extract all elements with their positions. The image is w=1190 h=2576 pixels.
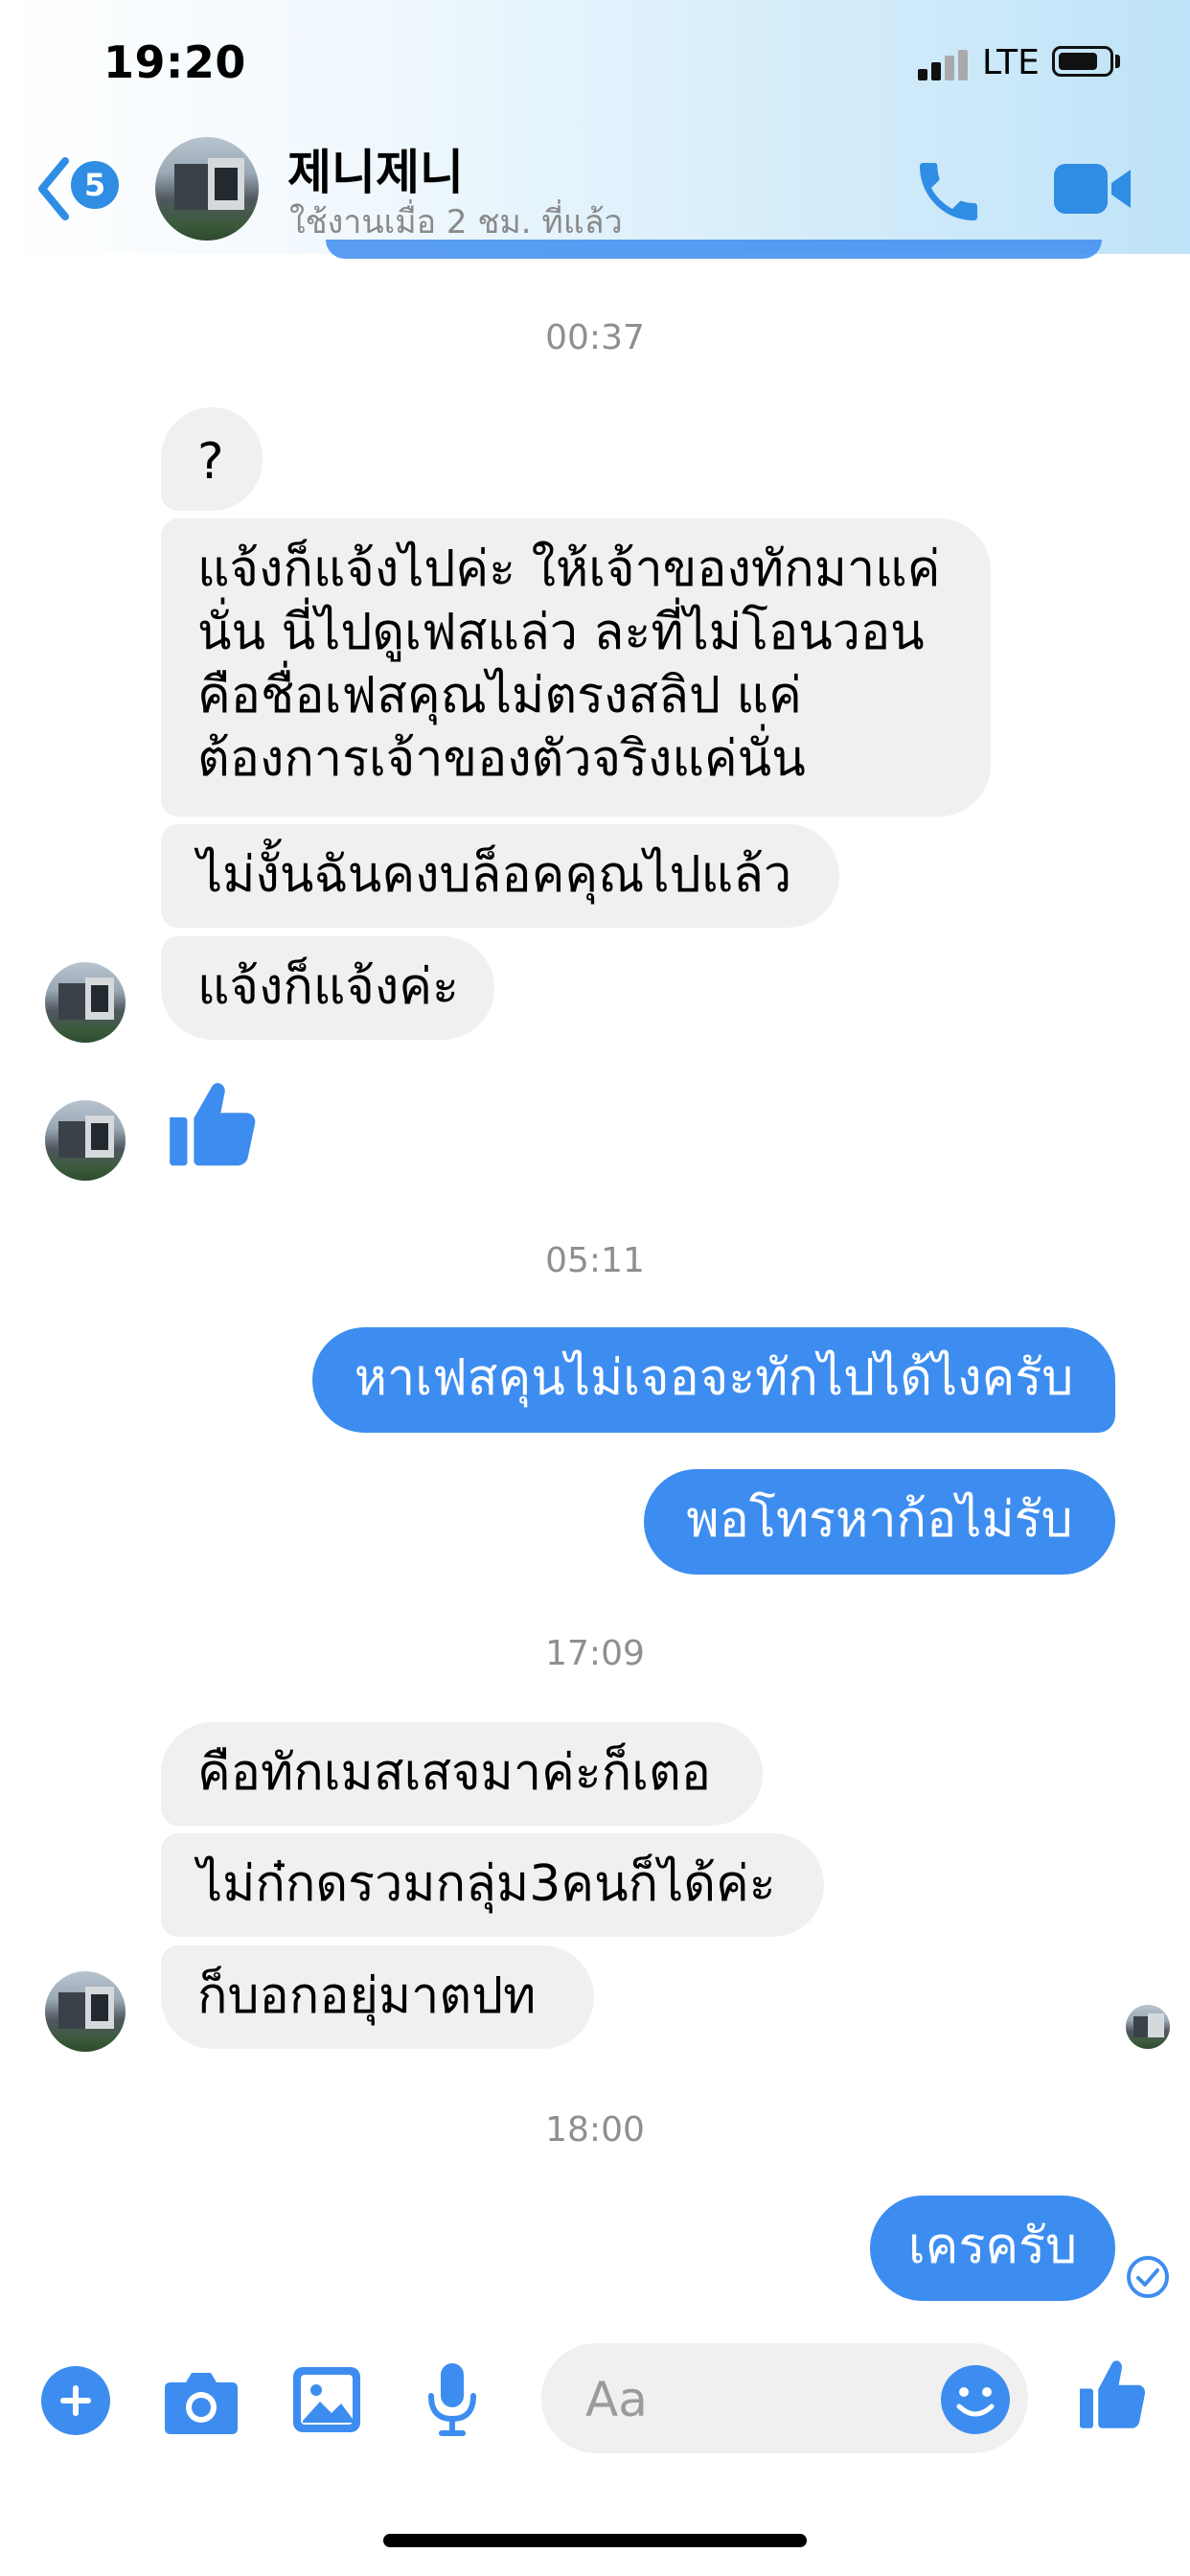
incoming-message-bubble[interactable]: คือทักเมสเสจมาค่ะก็เตอ (161, 1722, 763, 1826)
status-time: 19:20 (103, 36, 246, 88)
message-line: คือชื่อเฟสคุณไม่ตรงสลิป แค่ (197, 667, 802, 724)
smiley-icon (941, 2365, 1010, 2434)
message-line: ต้องการเจ้าของตัวจริงแค่นั่น (197, 730, 806, 788)
message-composer[interactable] (541, 2343, 1028, 2455)
voice-button[interactable] (423, 2359, 481, 2440)
video-call-button[interactable] (1052, 158, 1133, 219)
emoji-button[interactable] (940, 2364, 1011, 2435)
video-camera-icon (1054, 164, 1131, 214)
phone-icon (920, 163, 977, 220)
message-text: ไม่ก๋กดรวมกลุ่ม3คนก็ได้ค่ะ (197, 1855, 776, 1913)
outgoing-message-bubble[interactable]: พอโทรหาก้อไม่รับ (644, 1469, 1115, 1575)
timestamp: 18:00 (545, 2110, 645, 2150)
timestamp: 17:09 (545, 1634, 645, 1673)
thumbs-up-icon (1080, 2360, 1146, 2428)
message-text: พอโทรหาก้อไม่รับ (686, 1491, 1073, 1549)
message-text: เครครับ (907, 2218, 1078, 2275)
message-line: แจ้งก็แจ้งไปค่ะ ให้เจ้าของทักมาแค่ (197, 540, 941, 598)
battery-tip (1115, 55, 1120, 68)
check-circle-icon (1127, 2256, 1169, 2298)
microphone-icon (428, 2363, 476, 2436)
incoming-message-bubble[interactable]: ก็บอกอยุ่มาตปท (161, 1945, 594, 2049)
message-input[interactable] (584, 2343, 904, 2455)
timestamp: 00:37 (545, 318, 645, 357)
message-text: ก็บอกอยุ่มาตปท (197, 1967, 537, 2025)
outgoing-message-bubble[interactable]: เครครับ (870, 2196, 1115, 2301)
add-button[interactable] (40, 2365, 111, 2436)
chevron-left-icon (38, 157, 69, 220)
message-text: หาเฟสคุนไม่เจอจะทักไปได้ไงครับ (354, 1349, 1074, 1407)
camera-icon (165, 2373, 238, 2434)
home-indicator[interactable] (383, 2534, 807, 2547)
conversation-header: 19:20 LTE 5 제니제니 ใช้งานเมื่อ 2 ชม. ที่แล… (0, 0, 1190, 254)
scrolled-bubble-edge (326, 240, 1102, 259)
sender-avatar[interactable] (45, 1971, 126, 2052)
like-sticker[interactable] (161, 1073, 266, 1179)
battery-icon (1052, 46, 1113, 77)
message-text: ? (197, 433, 224, 491)
incoming-message-bubble[interactable]: แจ้งก็แจ้งค่ะ (161, 936, 494, 1040)
message-text: ไม่งั้นฉันคงบล็อคคุณไปแล้ว (197, 846, 792, 904)
image-icon (293, 2367, 360, 2432)
sender-avatar[interactable] (45, 1100, 126, 1181)
incoming-message-bubble[interactable]: ? (161, 407, 263, 511)
network-type: LTE (982, 43, 1040, 82)
incoming-message-bubble[interactable]: ไม่งั้นฉันคงบล็อคคุณไปแล้ว (161, 824, 839, 928)
message-text: คือทักเมสเสจมาค่ะก็เตอ (197, 1744, 711, 1802)
contact-avatar[interactable] (155, 137, 259, 241)
incoming-message-bubble[interactable]: แจ้งก็แจ้งไปค่ะ ให้เจ้าของทักมาแค่ นั่น … (161, 518, 991, 816)
thumbs-up-icon (170, 1083, 256, 1166)
message-line: นั่น นี่ไปดูเฟสแล่ว ละที่ไม่โอนวอน (197, 604, 925, 661)
unread-count-badge[interactable]: 5 (71, 161, 119, 209)
call-button[interactable] (910, 153, 987, 230)
incoming-message-bubble[interactable]: ไม่ก๋กดรวมกลุ่ม3คนก็ได้ค่ะ (161, 1833, 824, 1937)
sent-status (1125, 2254, 1171, 2300)
cellular-signal-icon (918, 50, 971, 80)
plus-circle-icon (41, 2366, 110, 2435)
outgoing-message-bubble[interactable]: หาเฟสคุนไม่เจอจะทักไปได้ไงครับ (312, 1327, 1115, 1433)
sender-avatar[interactable] (45, 962, 126, 1043)
seen-receipt-avatar (1126, 2005, 1170, 2049)
gallery-button[interactable] (291, 2365, 362, 2434)
contact-name[interactable]: 제니제니 (287, 134, 464, 203)
like-button[interactable] (1073, 2353, 1154, 2439)
message-text: แจ้งก็แจ้งค่ะ (197, 958, 459, 1016)
timestamp: 05:11 (545, 1241, 645, 1280)
camera-button[interactable] (163, 2365, 240, 2436)
